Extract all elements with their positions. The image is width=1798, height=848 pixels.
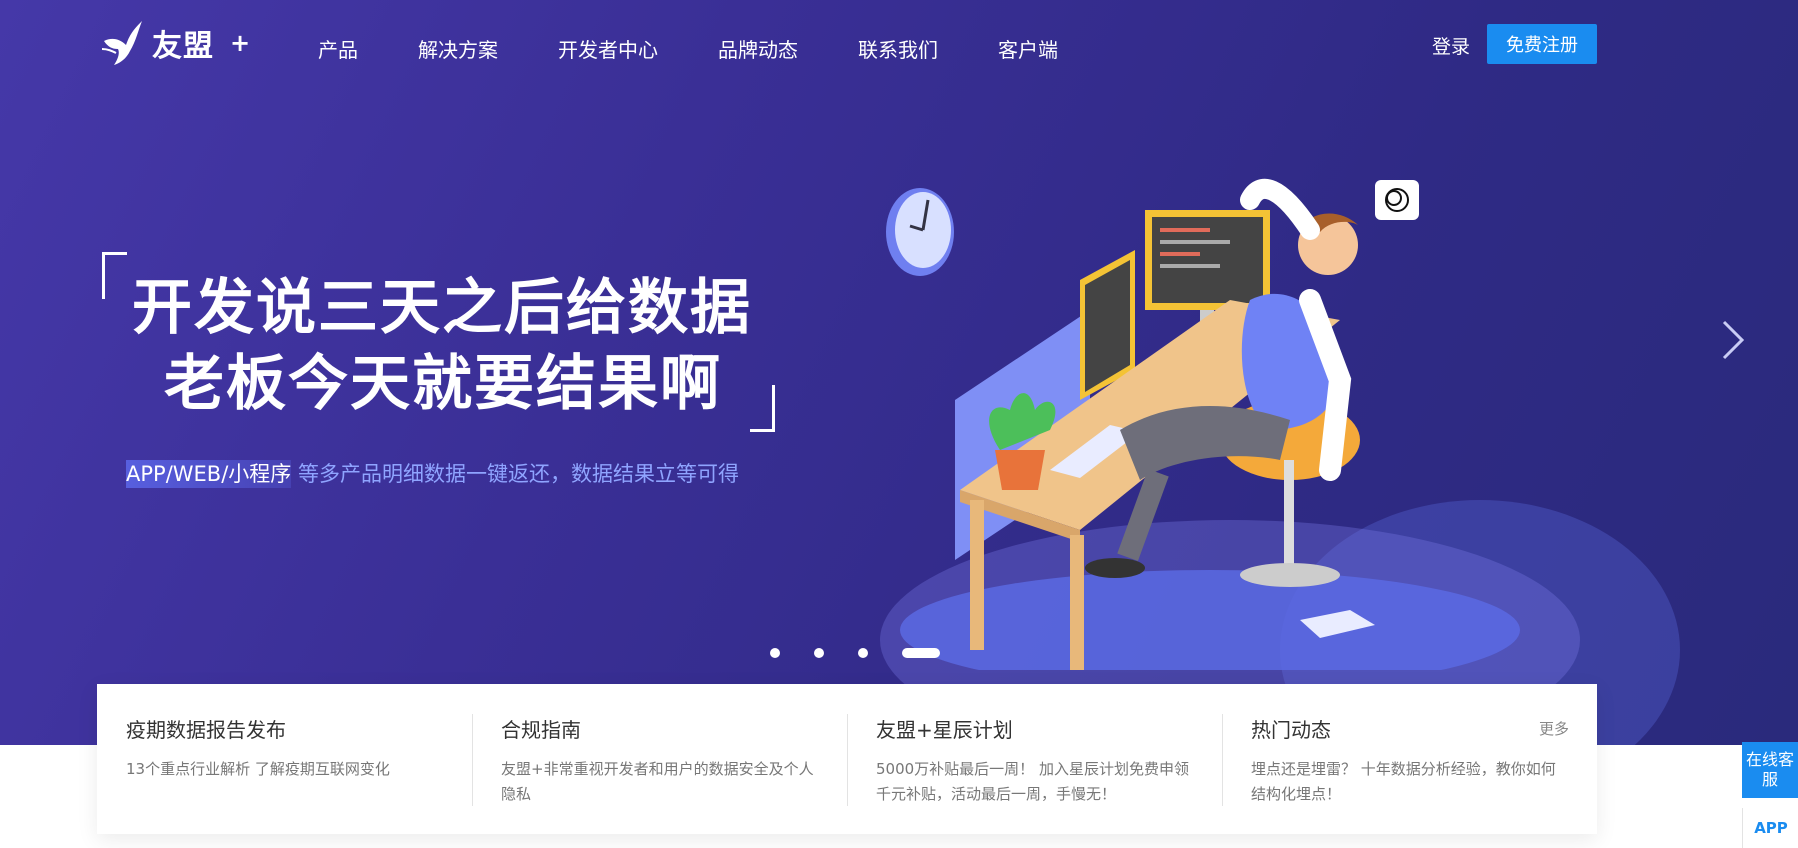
carousel-next-icon[interactable] — [1712, 318, 1752, 362]
news-card[interactable]: 疫期数据报告发布 13个重点行业解析 了解疫期互联网变化 — [97, 684, 472, 834]
news-card-desc: 友盟+非常重视开发者和用户的数据安全及个人隐私 — [501, 760, 814, 803]
developer-desk-illustration — [886, 178, 1520, 670]
carousel-dot[interactable] — [858, 648, 868, 658]
register-button[interactable]: 免费注册 — [1487, 24, 1597, 64]
logo[interactable]: 友盟 + — [100, 18, 250, 68]
subline-highlight: APP/WEB/小程序 — [126, 460, 292, 488]
more-link[interactable]: 更多 — [1539, 718, 1569, 739]
carousel-dot[interactable] — [814, 648, 824, 658]
clock-icon — [886, 188, 954, 276]
headline-line-1: 开发说三天之后给数据 — [132, 273, 752, 343]
hero-banner: 友盟 + 产品 解决方案 开发者中心 品牌动态 联系我们 客户端 登录 免费注册… — [0, 0, 1798, 745]
news-card-desc: 5000万补贴最后一周！ 加入星辰计划免费申领千元补贴，活动最后一周，手慢无！ — [876, 760, 1189, 803]
carousel-indicators — [770, 648, 940, 658]
logo-plus: + — [230, 29, 251, 57]
nav-item-developer-center[interactable]: 开发者中心 — [558, 34, 658, 63]
quote-bracket-close — [750, 385, 775, 432]
subline-text: 等多产品明细数据一键返还，数据结果立等可得 — [297, 462, 739, 486]
news-card-title[interactable]: 热门动态 — [1251, 714, 1567, 743]
news-card[interactable]: 友盟+星辰计划 5000万补贴最后一周！ 加入星辰计划免费申领千元补贴，活动最后… — [847, 684, 1222, 834]
news-card[interactable]: 合规指南 友盟+非常重视开发者和用户的数据安全及个人隐私 — [472, 684, 847, 834]
news-card-title[interactable]: 疫期数据报告发布 — [126, 714, 442, 743]
logo-text: 友盟 — [152, 29, 214, 64]
news-card[interactable]: 热门动态 埋点还是埋雷？ 十年数据分析经验，教你如何结构化埋点！ 更多 — [1222, 684, 1597, 834]
nav-item-contact[interactable]: 联系我们 — [858, 34, 938, 63]
news-card-desc: 13个重点行业解析 了解疫期互联网变化 — [126, 760, 390, 778]
nav-item-brand-news[interactable]: 品牌动态 — [718, 34, 798, 63]
hero-headline: 开发说三天之后给数据 老板今天就要结果啊 — [132, 270, 752, 422]
news-card-title[interactable]: 友盟+星辰计划 — [876, 714, 1192, 743]
app-download-button[interactable]: APP — [1742, 808, 1798, 848]
carousel-dot-active[interactable] — [902, 648, 940, 658]
nav-item-products[interactable]: 产品 — [318, 34, 358, 63]
hero-subline: APP/WEB/小程序 等多产品明细数据一键返还，数据结果立等可得 — [126, 458, 739, 488]
headline-line-2: 老板今天就要结果啊 — [164, 349, 722, 419]
main-nav: 产品 解决方案 开发者中心 品牌动态 联系我们 客户端 — [318, 34, 1058, 63]
swallow-logo-icon — [101, 21, 142, 65]
nav-item-solutions[interactable]: 解决方案 — [418, 34, 498, 63]
online-service-button[interactable]: 在线客服 — [1742, 742, 1798, 798]
divider — [1222, 714, 1223, 806]
divider — [472, 714, 473, 806]
news-card-desc: 埋点还是埋雷？ 十年数据分析经验，教你如何结构化埋点！ — [1251, 760, 1556, 803]
login-link[interactable]: 登录 — [1432, 32, 1470, 59]
news-strip: 疫期数据报告发布 13个重点行业解析 了解疫期互联网变化 合规指南 友盟+非常重… — [97, 684, 1597, 834]
nav-item-client[interactable]: 客户端 — [998, 34, 1058, 63]
frustration-bubble-icon — [1375, 180, 1419, 220]
quote-bracket-open — [102, 252, 127, 299]
divider — [847, 714, 848, 806]
news-card-title[interactable]: 合规指南 — [501, 714, 817, 743]
carousel-dot[interactable] — [770, 648, 780, 658]
